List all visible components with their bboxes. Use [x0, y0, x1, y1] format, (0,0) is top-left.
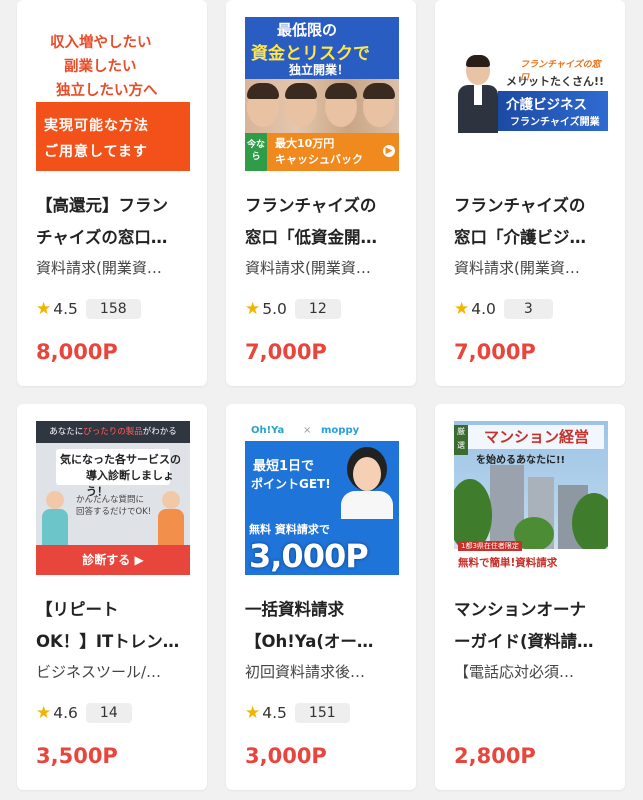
point-price: 3,000P [245, 744, 327, 768]
banner-header: あなたにぴったりの製品がわかる [36, 421, 190, 443]
banner-text: を始めるあなたに!! [476, 455, 566, 466]
product-card[interactable]: Oh!Ya × moppy 最短1日で ポイントGET! 無料 資料請求で 3,… [226, 404, 416, 790]
star-icon: ★ [245, 703, 261, 723]
banner-text: 最低限の [277, 21, 338, 39]
person-illustration [42, 491, 68, 545]
people-photo [245, 79, 399, 133]
product-rating: ★ 4.5 151 [245, 700, 350, 726]
banner-text: ご用意してます [44, 144, 148, 160]
banner-text: 独立開業！ [289, 63, 350, 77]
diagnose-button: 診断する ▶ [36, 545, 190, 575]
point-price: 2,800P [454, 744, 536, 768]
product-card[interactable]: マンション経営 厳選 を始めるあなたに!! 1都3県在住者限定 無料で簡単!資料… [435, 404, 625, 790]
review-count-badge: 14 [85, 703, 132, 723]
banner-text: 1都3県在住者限定 [458, 541, 522, 551]
review-count-badge: 151 [294, 703, 350, 723]
product-thumbnail[interactable]: マンション経営 厳選 を始めるあなたに!! 1都3県在住者限定 無料で簡単!資料… [454, 421, 608, 575]
banner-text: キャッシュバック [275, 153, 363, 166]
product-title[interactable]: 一括資料請求 【Oh!Ya(オー… [245, 594, 399, 658]
point-price: 7,000P [454, 340, 536, 364]
banner-text: 気になった各サービスの [60, 453, 181, 466]
point-price: 7,000P [245, 340, 327, 364]
star-icon: ★ [36, 703, 52, 723]
product-rating: ★ 4.6 14 [36, 700, 132, 726]
banner-logos: Oh!Ya × moppy [245, 421, 399, 441]
person-illustration [158, 491, 184, 545]
banner-text: 独立したい方へ [56, 83, 158, 99]
banner-side-label: 今なら [245, 133, 267, 171]
banner-text: メリットたくさん!! [506, 75, 605, 88]
product-rating: ★ 4.5 158 [36, 296, 141, 322]
product-description: 資料請求(開業資… [454, 259, 580, 277]
product-card[interactable]: 収入増やしたい 副業したい 独立したい方へ 実現可能な方法 ご用意してます 【高… [17, 0, 207, 386]
point-price: 3,500P [36, 744, 118, 768]
rating-value: 4.6 [53, 704, 78, 722]
product-title[interactable]: マンションオーナ ーガイド(資料請… [454, 594, 608, 658]
banner-text: 実現可能な方法 [44, 118, 149, 134]
rating-value: 4.0 [471, 300, 496, 318]
woman-photo [339, 447, 395, 519]
banner-text: 最大10万円 [275, 137, 335, 150]
product-thumbnail[interactable]: Oh!Ya × moppy 最短1日で ポイントGET! 無料 資料請求で 3,… [245, 421, 399, 575]
star-icon: ★ [36, 299, 52, 319]
product-description: 資料請求(開業資… [36, 259, 162, 277]
rating-value: 5.0 [262, 300, 287, 318]
product-description: 【電話応対必須… [454, 663, 575, 681]
product-description: ビジネスツール/… [36, 663, 162, 681]
product-thumbnail[interactable]: フランチャイズの窓口 メリットたくさん!! 介護ビジネス フランチャイズ開業 [454, 17, 608, 171]
banner-text: 介護ビジネス [506, 97, 587, 113]
product-title[interactable]: 【高還元】フラン チャイズの窓口… [36, 190, 190, 254]
product-title[interactable]: フランチャイズの 窓口「低資金開… [245, 190, 399, 254]
product-thumbnail[interactable]: あなたにぴったりの製品がわかる 気になった各サービスの 導入診断しましょう！ か… [36, 421, 190, 575]
product-rating: ★ 5.0 12 [245, 296, 341, 322]
banner-big-text: 3,000P [249, 537, 369, 575]
banner-text: かんたんな質問に [76, 495, 145, 505]
product-card[interactable]: フランチャイズの窓口 メリットたくさん!! 介護ビジネス フランチャイズ開業 フ… [435, 0, 625, 386]
star-icon: ★ [245, 299, 261, 319]
banner-text: 最短1日で [253, 459, 315, 474]
review-count-badge: 158 [85, 299, 141, 319]
product-card[interactable]: 最低限の 資金とリスクで 独立開業！ 今なら 最大10万円 キャッシュバック ▶… [226, 0, 416, 386]
review-count-badge: 3 [503, 299, 553, 319]
banner-text: 回答するだけでOK! [76, 507, 152, 517]
rating-value: 4.5 [262, 704, 287, 722]
point-price: 8,000P [36, 340, 118, 364]
product-title[interactable]: フランチャイズの 窓口「介護ビジ… [454, 190, 608, 254]
banner-text: フランチャイズ開業 [510, 117, 600, 128]
banner-text: 副業したい [64, 59, 137, 75]
product-grid: 収入増やしたい 副業したい 独立したい方へ 実現可能な方法 ご用意してます 【高… [0, 0, 643, 800]
product-card[interactable]: あなたにぴったりの製品がわかる 気になった各サービスの 導入診断しましょう！ か… [17, 404, 207, 790]
banner-text: ポイントGET! [251, 477, 331, 491]
banner-tag: 厳選 [454, 425, 468, 455]
banner-text: 収入増やしたい [50, 35, 152, 51]
banner-text: 無料 資料請求で [249, 523, 330, 536]
review-count-badge: 12 [294, 299, 341, 319]
star-icon: ★ [454, 299, 470, 319]
businessman-photo [458, 55, 498, 133]
product-description: 資料請求(開業資… [245, 259, 371, 277]
banner-text: 無料で簡単!資料請求 [458, 557, 558, 569]
rating-value: 4.5 [53, 300, 78, 318]
product-thumbnail[interactable]: 最低限の 資金とリスクで 独立開業！ 今なら 最大10万円 キャッシュバック ▶ [245, 17, 399, 171]
product-title[interactable]: 【リピート OK！】ITトレン… [36, 594, 190, 658]
product-rating: ★ 4.0 3 [454, 296, 553, 322]
product-thumbnail[interactable]: 収入増やしたい 副業したい 独立したい方へ 実現可能な方法 ご用意してます [36, 17, 190, 171]
product-description: 初回資料請求後… [245, 663, 366, 681]
banner-text: マンション経営 [484, 428, 590, 446]
arrow-right-icon: ▶ [383, 145, 395, 157]
